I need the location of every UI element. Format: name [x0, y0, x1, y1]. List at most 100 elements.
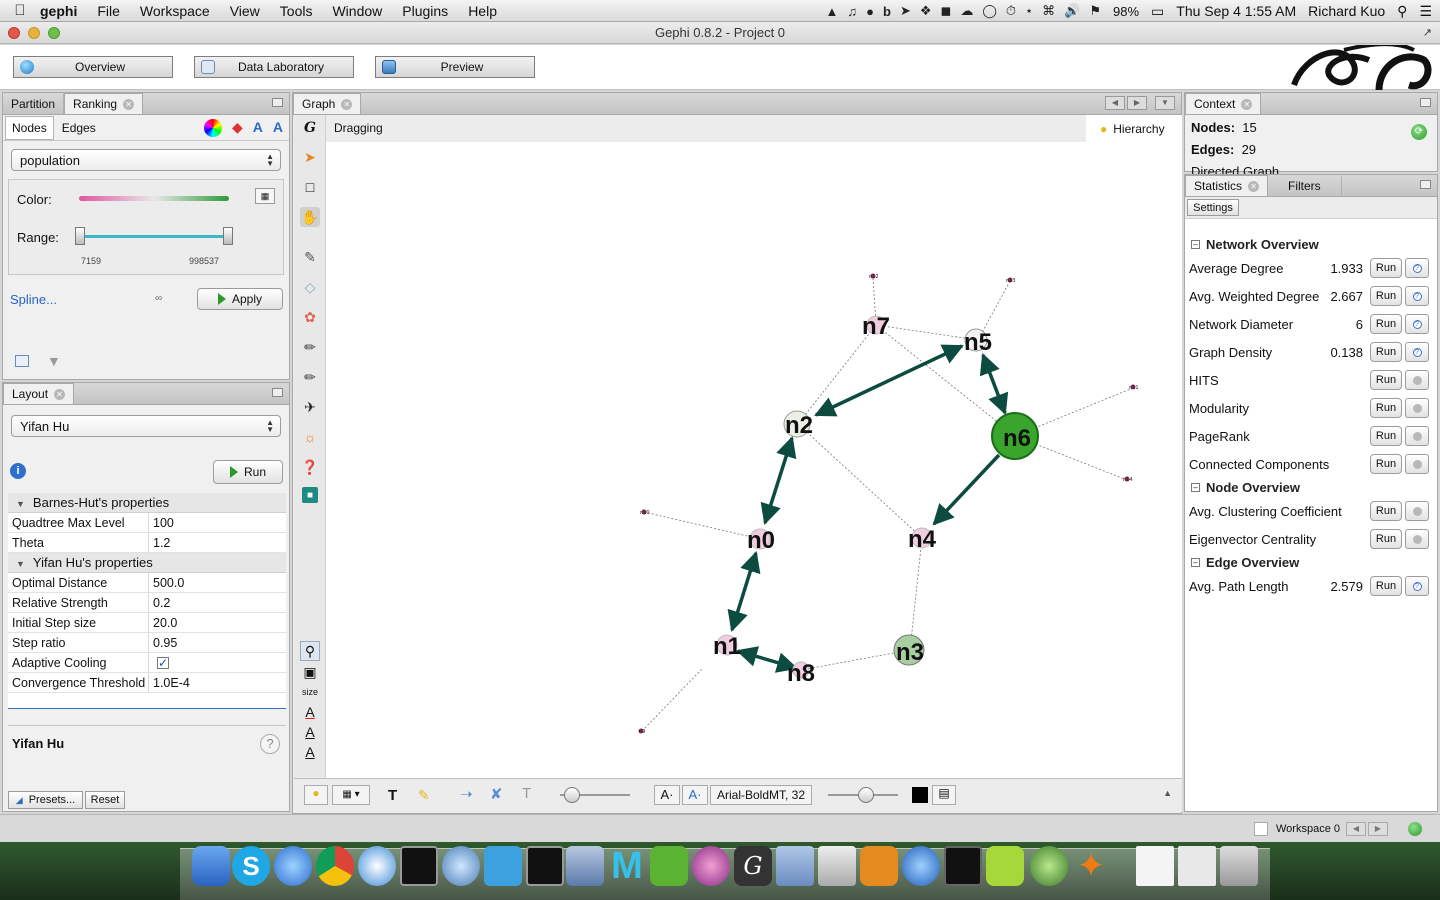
label-size-icon[interactable]: A — [300, 742, 320, 762]
label-highlight-icon[interactable]: ✎ — [418, 787, 430, 804]
preview-button[interactable]: Preview — [375, 56, 535, 78]
property-row[interactable]: Adaptive Cooling ✓ — [8, 653, 286, 673]
tool-app-icon[interactable]: ✦ — [1072, 846, 1110, 886]
battery-icon[interactable]: ▭ — [1151, 3, 1164, 20]
tab-list-button[interactable]: ▼ — [1155, 96, 1175, 110]
downloads-icon[interactable] — [1178, 846, 1216, 886]
notification-icon[interactable]: ♫ — [847, 4, 857, 19]
sublime-icon[interactable] — [860, 846, 898, 886]
quicktime-icon[interactable] — [902, 846, 940, 886]
shortest-path-icon[interactable]: ✈ — [300, 397, 320, 417]
edge[interactable] — [909, 537, 923, 651]
menu-tools[interactable]: Tools — [280, 3, 313, 19]
color-gradient-bar[interactable] — [79, 196, 229, 201]
notification-center-icon[interactable]: ☰ — [1419, 3, 1432, 20]
minimize-panel-button[interactable] — [272, 388, 283, 397]
range-slider-track[interactable] — [81, 235, 229, 238]
app-menu[interactable]: gephi — [40, 3, 77, 19]
heat-map-icon[interactable]: ☼ — [300, 427, 320, 447]
select-arrow-icon[interactable]: ➤ — [300, 147, 320, 167]
filter-icon[interactable]: ▼ — [47, 353, 61, 369]
teamviewer-icon[interactable] — [358, 846, 396, 886]
edit-icon[interactable]: ❓ — [300, 457, 320, 477]
photos-icon[interactable] — [818, 846, 856, 886]
edge-overview-header[interactable]: – Edge Overview — [1185, 553, 1437, 572]
run-statistic-button[interactable]: Run — [1370, 529, 1402, 549]
cloud-icon[interactable]: ☁ — [960, 3, 973, 19]
edge[interactable] — [643, 511, 761, 540]
painter-icon[interactable]: ✿ — [300, 307, 320, 327]
evernote-icon[interactable]: ● — [866, 4, 874, 19]
range-max-handle[interactable] — [223, 227, 233, 245]
prev-workspace-button[interactable]: ◀ — [1346, 822, 1366, 836]
layout-algorithm-select[interactable]: Yifan Hu ▲ ▼ — [11, 415, 281, 437]
paste-button[interactable]: ▤ — [932, 785, 956, 805]
property-row[interactable]: Convergence Threshold 1.0E-4 — [8, 673, 286, 693]
scroll-right-button[interactable]: ▶ — [1127, 96, 1147, 110]
drag-hand-icon[interactable]: ✋ — [300, 207, 320, 227]
close-window-button[interactable] — [8, 27, 20, 39]
trash-icon[interactable] — [1220, 846, 1258, 886]
evernote-dock-icon[interactable] — [650, 846, 688, 886]
run-statistic-button[interactable]: Run — [1370, 370, 1402, 390]
documents-icon[interactable] — [1136, 846, 1174, 886]
edge[interactable] — [641, 667, 704, 732]
report-info-button[interactable]: ? — [1405, 314, 1429, 334]
close-tab-icon[interactable]: ✕ — [1241, 98, 1253, 110]
node-settings-icon[interactable]: ■ — [302, 487, 318, 503]
tab-graph[interactable]: Graph ✕ — [293, 93, 362, 114]
virtualbox-icon[interactable] — [566, 846, 604, 886]
zoom-fit-icon[interactable]: ⚲ — [300, 641, 320, 661]
run-statistic-button[interactable]: Run — [1370, 426, 1402, 446]
edge-n0-n1[interactable] — [727, 550, 761, 633]
menu-help[interactable]: Help — [468, 3, 497, 19]
run-statistic-button[interactable]: Run — [1370, 501, 1402, 521]
run-statistic-button[interactable]: Run — [1370, 258, 1402, 278]
report-info-button[interactable]: ? — [1405, 286, 1429, 306]
close-tab-icon[interactable]: ✕ — [123, 98, 135, 110]
text-tool-icon[interactable]: T — [388, 787, 397, 804]
label-color-button[interactable]: A· — [682, 785, 708, 805]
tab-context[interactable]: Context ✕ — [1185, 93, 1262, 114]
property-row[interactable]: Initial Step size 20.0 — [8, 613, 286, 633]
run-statistic-button[interactable]: Run — [1370, 576, 1402, 596]
color-wheel-icon[interactable] — [203, 119, 222, 137]
tab-statistics[interactable]: Statistics ✕ — [1185, 175, 1269, 196]
menu-window[interactable]: Window — [332, 3, 382, 19]
chrome-icon[interactable] — [316, 846, 354, 886]
menu-view[interactable]: View — [230, 3, 260, 19]
close-tab-icon[interactable]: ✕ — [341, 98, 353, 110]
label-color-icon[interactable]: A — [253, 119, 263, 137]
label-font-icon[interactable]: A — [300, 722, 320, 742]
flag-icon[interactable]: ⚑ — [1089, 3, 1101, 19]
alien-app-icon[interactable] — [986, 846, 1024, 886]
collapse-toolbar-icon[interactable]: ▲ — [1163, 788, 1172, 798]
reset-button[interactable]: Reset — [85, 791, 125, 809]
drive-icon[interactable]: ▲ — [826, 4, 839, 19]
run-statistic-button[interactable]: Run — [1370, 314, 1402, 334]
zoom-window-button[interactable] — [48, 27, 60, 39]
activity-monitor-icon[interactable] — [526, 846, 564, 886]
preview-dock-icon[interactable] — [776, 846, 814, 886]
brush-icon[interactable]: ✎ — [300, 247, 320, 267]
close-tab-icon[interactable]: ✕ — [1248, 180, 1260, 192]
property-row[interactable]: Step ratio 0.95 — [8, 633, 286, 653]
tab-nodes[interactable]: Nodes — [5, 115, 54, 140]
menu-workspace[interactable]: Workspace — [140, 3, 210, 19]
update-icon[interactable] — [1408, 822, 1422, 836]
run-statistic-button[interactable]: Run — [1370, 398, 1402, 418]
report-info-button[interactable]: ? — [1405, 576, 1429, 596]
edge-cut-icon[interactable]: ✘ — [490, 785, 503, 803]
report-info-button[interactable]: ? — [1405, 258, 1429, 278]
report-disabled-button[interactable] — [1405, 426, 1429, 446]
shield-icon[interactable]: ◼ — [941, 3, 952, 19]
pencil-icon[interactable]: ✏ — [300, 337, 320, 357]
user-name[interactable]: Richard Kuo — [1308, 3, 1385, 19]
label-color-icon[interactable]: A — [300, 702, 320, 722]
graph-svg[interactable]: n12 n13 n11 n14 n10 n9 n7 n5 n2 n6 n0 n4… — [326, 142, 1182, 778]
hierarchy-toggle[interactable]: ● Hierarchy — [1086, 115, 1182, 142]
edge[interactable] — [800, 649, 911, 671]
report-info-button[interactable]: ? — [1405, 342, 1429, 362]
arrows-icon[interactable]: ➤ — [900, 3, 911, 19]
dropbox-icon[interactable]: ❖ — [920, 3, 932, 19]
